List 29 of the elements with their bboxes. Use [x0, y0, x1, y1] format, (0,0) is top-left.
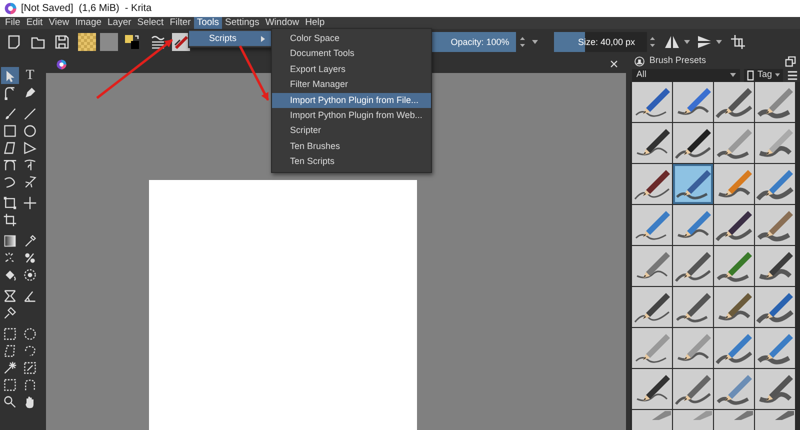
- menu-item[interactable]: Ten Brushes: [272, 138, 431, 154]
- menu-item[interactable]: Color Space: [272, 31, 431, 46]
- menu-item[interactable]: Import Python Plugin from File...: [272, 92, 431, 108]
- menu-item[interactable]: Image: [72, 17, 105, 29]
- docker-title: Brush Presets: [649, 55, 706, 68]
- menu-item[interactable]: Window: [262, 17, 302, 29]
- menu-item[interactable]: Select: [134, 17, 167, 29]
- menu-item[interactable]: Edit: [23, 17, 46, 29]
- menu-item[interactable]: Document Tools: [272, 46, 431, 62]
- menu-item[interactable]: Filter: [166, 17, 194, 29]
- menu-item[interactable]: View: [46, 17, 72, 29]
- menu-item[interactable]: Export Layers: [272, 62, 431, 78]
- menu-item[interactable]: Scripts: [189, 31, 271, 46]
- menu-item[interactable]: Scripter: [272, 123, 431, 139]
- close-button[interactable]: ×: [610, 56, 618, 72]
- menu-item[interactable]: Import Python Plugin from Web...: [272, 108, 431, 124]
- menu-item[interactable]: Settings: [222, 17, 262, 29]
- menu-item[interactable]: Tools: [194, 17, 222, 29]
- filter-dropdown[interactable]: All: [632, 68, 740, 82]
- opacity-slider[interactable]: Opacity: 100%: [432, 32, 516, 52]
- menu-item[interactable]: Layer: [104, 17, 134, 29]
- text-tool-button[interactable]: T: [21, 67, 39, 84]
- menu-item[interactable]: File: [2, 17, 24, 29]
- size-slider[interactable]: Size: 40,00 px: [554, 32, 647, 52]
- menu-item[interactable]: Ten Scripts: [272, 154, 431, 170]
- tag-button[interactable]: Tag: [744, 68, 783, 82]
- menu-item[interactable]: Filter Manager: [272, 77, 431, 93]
- menu-item[interactable]: Help: [302, 17, 328, 29]
- window-title: [Not Saved] (1,6 MiB) - Krita: [21, 2, 152, 16]
